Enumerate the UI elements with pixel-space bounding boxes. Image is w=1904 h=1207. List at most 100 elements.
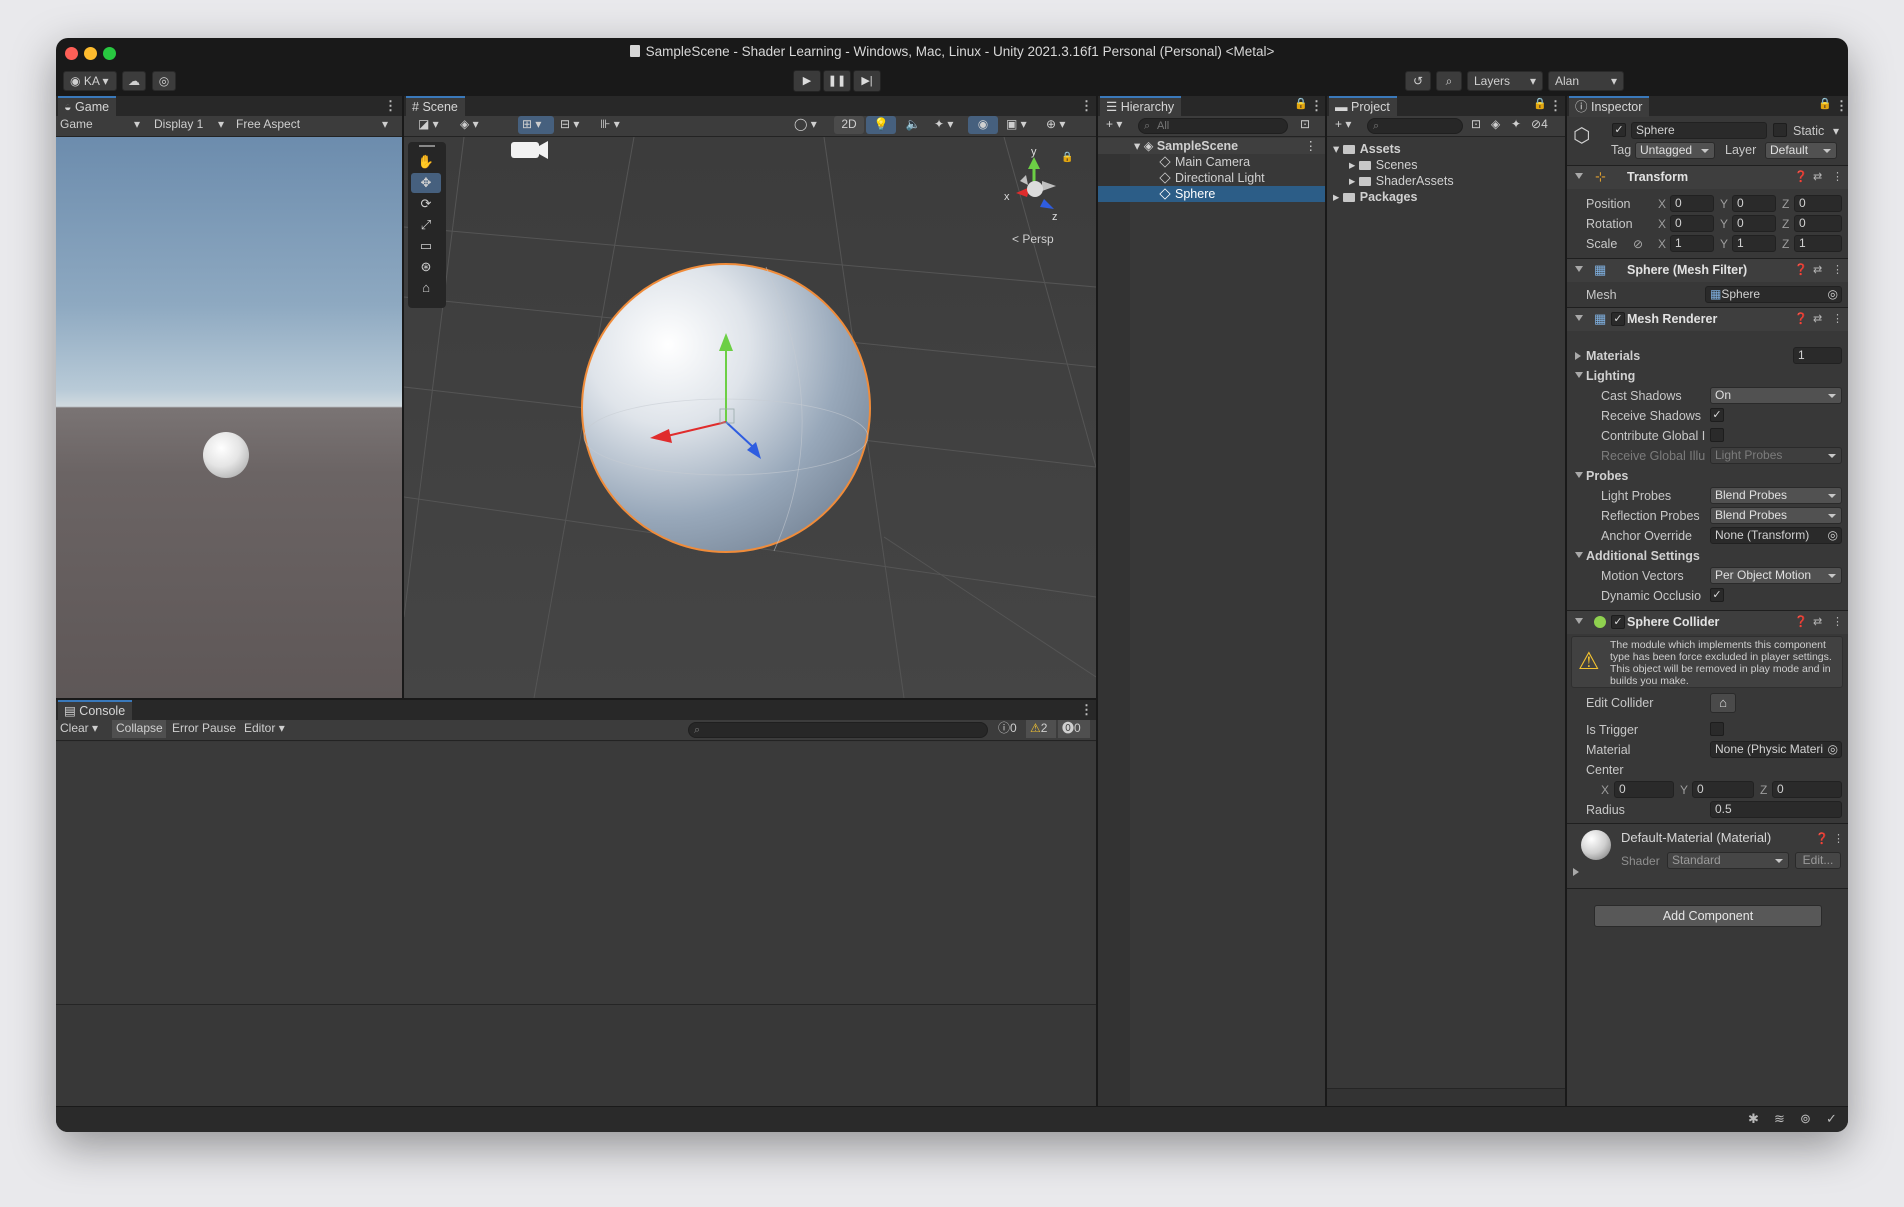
cast-shadows-dropdown[interactable]: On: [1710, 387, 1842, 404]
gizmo-lock-icon[interactable]: 🔒: [1061, 151, 1073, 163]
help-icon[interactable]: ❓: [1794, 312, 1808, 325]
ruler-dropdown[interactable]: ⊪ ▾: [596, 116, 632, 134]
info-count-toggle[interactable]: ⓘ0: [994, 720, 1024, 738]
game-menu-icon[interactable]: ⋮: [384, 98, 397, 114]
collab-button[interactable]: ◎: [152, 71, 176, 91]
expand-icon[interactable]: ▸: [1333, 190, 1343, 204]
tab-game[interactable]: ◒ Game: [58, 96, 117, 117]
light-probes-dropdown[interactable]: Blend Probes: [1710, 487, 1842, 504]
preset-icon[interactable]: ⇄: [1813, 263, 1822, 276]
tab-console[interactable]: ▤ Console: [58, 700, 133, 721]
static-checkbox[interactable]: [1773, 123, 1787, 137]
transform-tool-icon[interactable]: ⊛: [411, 257, 441, 277]
collider-material-field[interactable]: None (Physic Materi ◎: [1710, 741, 1842, 758]
tab-project[interactable]: ▬ Project: [1329, 96, 1397, 117]
contribute-gi-checkbox[interactable]: [1710, 428, 1724, 442]
preset-icon[interactable]: ⇄: [1813, 615, 1822, 628]
lock-icon[interactable]: 🔒: [1294, 97, 1308, 110]
object-picker-icon[interactable]: ◎: [1827, 742, 1838, 757]
is-trigger-checkbox[interactable]: [1710, 722, 1724, 736]
shader-dropdown[interactable]: Standard: [1667, 852, 1789, 869]
effects-dropdown[interactable]: ✦ ▾: [930, 116, 964, 134]
reflection-probes-dropdown[interactable]: Blend Probes: [1710, 507, 1842, 524]
transform-header[interactable]: ⊹ Transform ❓ ⇄ ⋮: [1567, 165, 1848, 189]
scale-tool-icon[interactable]: ⤢: [411, 215, 441, 235]
scene-menu-icon[interactable]: ⋮: [1305, 138, 1318, 154]
lock-icon[interactable]: 🔒: [1818, 97, 1832, 110]
warning-count-toggle[interactable]: ⚠2: [1026, 720, 1056, 738]
persp-label[interactable]: < Persp: [1012, 232, 1054, 246]
receive-shadows-checkbox[interactable]: ✓: [1710, 408, 1724, 422]
project-folder-assets[interactable]: ▾ Assets: [1327, 141, 1565, 157]
grid-snap-dropdown[interactable]: ⊞ ▾: [518, 116, 554, 134]
position-z-field[interactable]: 0: [1794, 195, 1842, 212]
game-viewport[interactable]: [56, 137, 402, 698]
tag-dropdown[interactable]: Untagged: [1635, 142, 1715, 159]
project-folder[interactable]: ▸ Scenes: [1327, 157, 1565, 173]
object-name-field[interactable]: Sphere: [1631, 122, 1767, 139]
expand-icon[interactable]: ▸: [1349, 158, 1359, 172]
undo-history-button[interactable]: ↺: [1405, 71, 1431, 91]
object-picker-icon[interactable]: ◎: [1828, 528, 1838, 543]
hierarchy-menu-icon[interactable]: ⋮: [1310, 98, 1323, 114]
edit-collider-button[interactable]: ⌂: [1710, 693, 1736, 713]
rotation-y-field[interactable]: 0: [1732, 215, 1776, 232]
network-icon[interactable]: ⊚: [1800, 1111, 1811, 1127]
gizmos-dropdown[interactable]: ⊕ ▾: [1042, 116, 1080, 134]
add-component-button[interactable]: Add Component: [1594, 905, 1822, 927]
bug-icon[interactable]: ✱: [1748, 1111, 1759, 1127]
cloud-button[interactable]: ☁: [122, 71, 146, 91]
position-x-field[interactable]: 0: [1670, 195, 1714, 212]
collapse-toggle[interactable]: Collapse: [112, 720, 166, 738]
search-button[interactable]: ⌕: [1436, 71, 1462, 91]
hidden-packages-toggle[interactable]: ⊘4: [1527, 116, 1563, 134]
snap-increment-dropdown[interactable]: ⊟ ▾: [556, 116, 592, 134]
expand-icon[interactable]: ▾: [1134, 139, 1144, 153]
hierarchy-item[interactable]: Directional Light: [1098, 170, 1325, 186]
expand-icon[interactable]: [1575, 352, 1581, 360]
expand-icon[interactable]: ▸: [1349, 174, 1359, 188]
component-menu-icon[interactable]: ⋮: [1832, 263, 1843, 276]
hierarchy-item-selected[interactable]: Sphere: [1098, 186, 1325, 202]
radius-field[interactable]: 0.5: [1710, 801, 1842, 818]
layer-dropdown[interactable]: Default: [1765, 142, 1837, 159]
hierarchy-scene-row[interactable]: ▾ ◈ SampleScene ⋮: [1098, 138, 1325, 154]
hierarchy-search-input[interactable]: ⌕ All: [1138, 118, 1288, 134]
audio-toggle-button[interactable]: 🔈: [898, 116, 928, 134]
rotation-z-field[interactable]: 0: [1794, 215, 1842, 232]
move-tool-icon[interactable]: ✥: [411, 173, 441, 193]
search-by-label-button[interactable]: ◈: [1487, 116, 1507, 134]
lighting-toggle-button[interactable]: 💡: [866, 116, 896, 134]
error-count-toggle[interactable]: ⓿0: [1058, 720, 1090, 738]
layout-dropdown[interactable]: Alan ▾: [1548, 71, 1624, 91]
dynamic-occlusion-checkbox[interactable]: ✓: [1710, 588, 1724, 602]
toggle-2d-button[interactable]: 2D: [834, 116, 864, 134]
filter-button[interactable]: ⊡: [1296, 116, 1318, 134]
tab-hierarchy[interactable]: ☰ Hierarchy: [1100, 96, 1182, 117]
help-icon[interactable]: ❓: [1794, 615, 1808, 628]
component-menu-icon[interactable]: ⋮: [1832, 170, 1843, 183]
inspector-menu-icon[interactable]: ⋮: [1835, 98, 1848, 114]
expand-icon[interactable]: ▾: [1333, 142, 1343, 156]
component-menu-icon[interactable]: ⋮: [1832, 312, 1843, 325]
camera-dropdown[interactable]: ▣ ▾: [1002, 116, 1038, 134]
materials-count-field[interactable]: 1: [1793, 347, 1842, 364]
overlay-drag-handle[interactable]: [419, 145, 435, 147]
project-folder-packages[interactable]: ▸ Packages: [1327, 189, 1565, 205]
active-checkbox[interactable]: ✓: [1612, 123, 1626, 137]
favorite-button[interactable]: ✦: [1507, 116, 1527, 134]
expand-icon[interactable]: [1573, 868, 1579, 876]
collapse-icon[interactable]: [1575, 552, 1583, 558]
help-icon[interactable]: ❓: [1794, 263, 1808, 276]
static-dropdown[interactable]: ▾: [1829, 123, 1845, 141]
tab-inspector[interactable]: ⓘ Inspector: [1569, 96, 1650, 117]
mesh-renderer-header[interactable]: ▦ ✓ Mesh Renderer ❓ ⇄ ⋮: [1567, 307, 1848, 331]
display-dropdown[interactable]: Display 1 ▾: [150, 116, 228, 134]
lock-icon[interactable]: 🔒: [1533, 97, 1547, 110]
console-search-input[interactable]: ⌕: [688, 722, 988, 738]
console-menu-icon[interactable]: ⋮: [1080, 702, 1093, 718]
motion-vectors-dropdown[interactable]: Per Object Motion: [1710, 567, 1842, 584]
center-x-field[interactable]: 0: [1614, 781, 1674, 798]
account-dropdown[interactable]: ◉ KA ▾: [63, 71, 117, 91]
scene-menu-icon[interactable]: ⋮: [1080, 98, 1093, 114]
